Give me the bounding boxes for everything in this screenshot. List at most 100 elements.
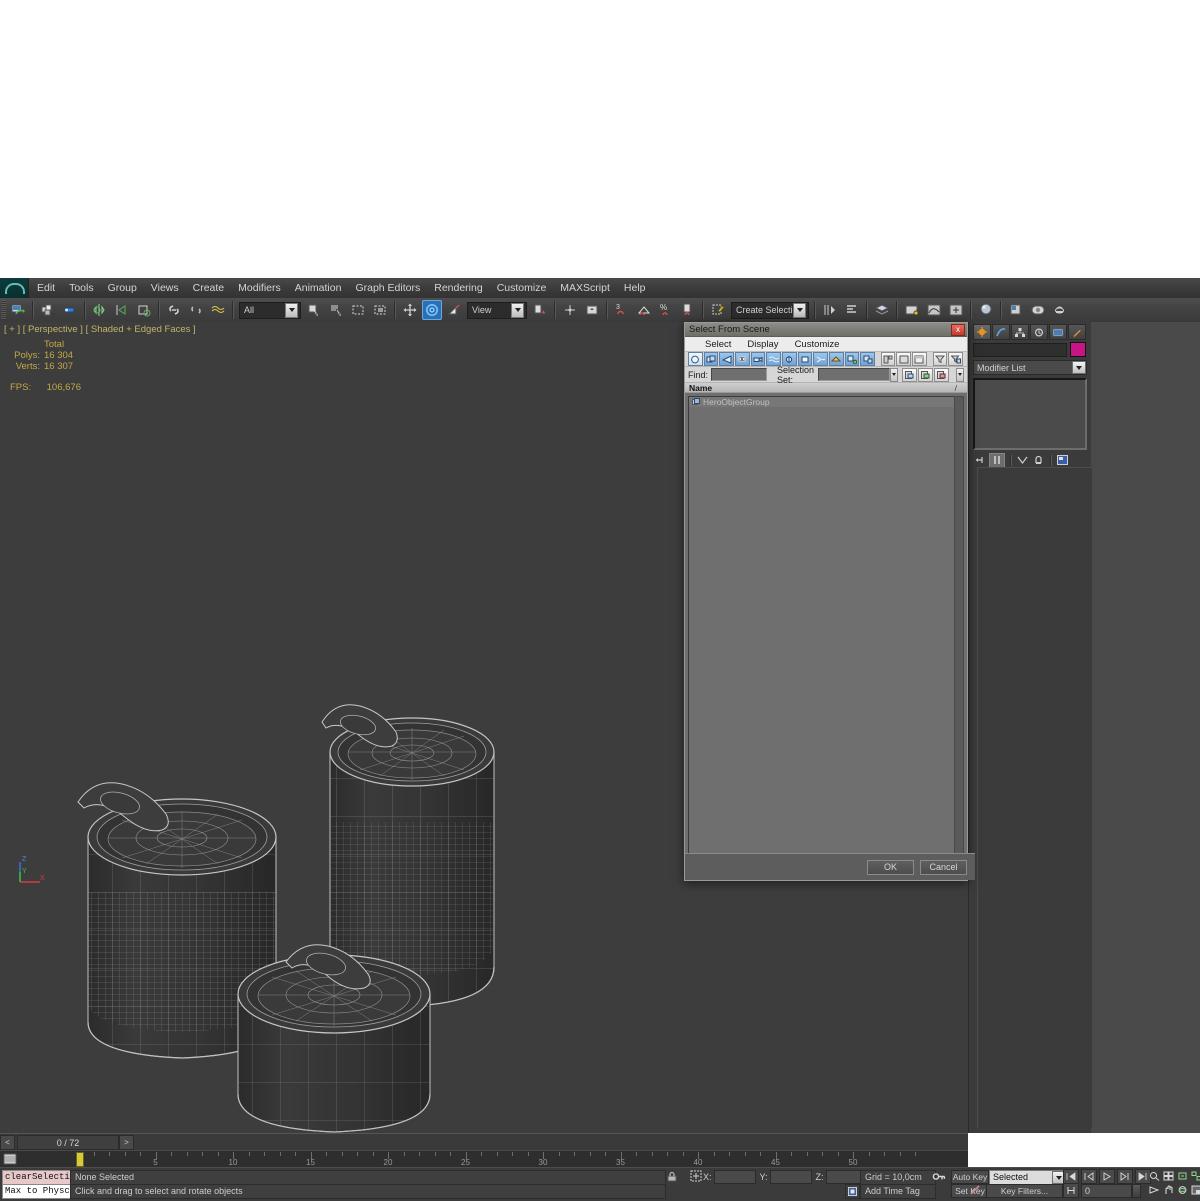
next-frame-button[interactable]: > (119, 1135, 134, 1150)
use-pivot-point-center-icon[interactable] (530, 300, 550, 320)
chevron-down-icon[interactable] (889, 367, 898, 382)
current-frame-field[interactable]: 0 (1081, 1183, 1132, 1198)
close-icon[interactable]: x (951, 323, 965, 336)
ok-button[interactable]: OK (867, 859, 914, 875)
key-mode-frame-icon[interactable] (1063, 1183, 1079, 1198)
viewport-label[interactable]: [ + ] [ Perspective ] [ Shaded + Edged F… (4, 324, 196, 335)
layer-explorer-icon[interactable] (872, 300, 892, 320)
maxscript-mini-listener-line1[interactable]: clearSelectio (2, 1170, 72, 1185)
align-tool-icon[interactable] (842, 300, 862, 320)
select-and-manipulate-icon[interactable] (582, 300, 602, 320)
selection-filter-combo[interactable]: All (239, 301, 301, 319)
menu-item-graph-editors[interactable]: Graph Editors (348, 278, 427, 298)
mirror-tool-icon[interactable] (820, 300, 840, 320)
set-key-toggle-icon[interactable] (968, 1184, 982, 1196)
named-selection-set-combo[interactable]: Create Selection Se (731, 301, 809, 319)
chevron-down-icon[interactable] (285, 302, 298, 318)
scene-object-list[interactable]: HeroObjectGroup (688, 396, 958, 864)
material-editor-icon[interactable] (976, 300, 996, 320)
dialog-options-chevron-icon[interactable] (955, 367, 964, 382)
menu-item-modifiers[interactable]: Modifiers (231, 278, 288, 298)
coord-field-y[interactable]: Y: (760, 1170, 812, 1184)
menu-item-create[interactable]: Create (186, 278, 232, 298)
bind-space-warp-icon[interactable] (208, 300, 228, 320)
app-logo-icon[interactable] (0, 278, 29, 298)
prev-frame-button[interactable]: < (0, 1135, 15, 1150)
select-object-icon[interactable] (38, 300, 58, 320)
play-animation-icon[interactable] (1099, 1169, 1115, 1184)
select-by-name-icon[interactable] (60, 300, 80, 320)
dialog-menu-select[interactable]: Select (697, 339, 739, 350)
dialog-menu-customize[interactable]: Customize (787, 339, 848, 350)
chevron-down-icon[interactable] (511, 302, 524, 318)
filter-selected-icon[interactable] (948, 352, 963, 366)
display-all-icon[interactable] (688, 352, 703, 366)
link-icon[interactable] (164, 300, 184, 320)
display-lights-icon[interactable] (734, 352, 750, 366)
time-tag-icon[interactable] (845, 1184, 860, 1199)
collapse-all-icon[interactable] (896, 352, 912, 366)
menu-item-customize[interactable]: Customize (490, 278, 554, 298)
selection-set-input[interactable] (818, 368, 890, 381)
modifier-stack-list[interactable] (973, 378, 1087, 450)
angle-snap-icon[interactable] (634, 300, 654, 320)
display-children-icon[interactable] (844, 352, 860, 366)
unlink-icon[interactable] (186, 300, 206, 320)
display-geometry-icon[interactable] (703, 352, 719, 366)
expand-selected-icon[interactable] (912, 352, 927, 366)
utilities-tab[interactable] (1068, 324, 1086, 340)
object-name-field[interactable] (973, 342, 1067, 357)
field-of-view-icon[interactable] (1148, 1183, 1161, 1196)
display-shapes-icon[interactable] (719, 352, 734, 366)
key-filters-button[interactable]: Key Filters... (986, 1184, 1063, 1198)
select-and-move-icon[interactable] (400, 300, 420, 320)
menu-item-group[interactable]: Group (101, 278, 144, 298)
modifier-list-combo[interactable]: Modifier List (973, 360, 1087, 375)
add-to-selection-set-icon[interactable] (917, 367, 933, 382)
dialog-menu-display[interactable]: Display (739, 339, 786, 350)
object-color-swatch[interactable] (1070, 342, 1086, 357)
curve-editor-icon[interactable] (924, 300, 944, 320)
menu-item-maxscript[interactable]: MAXScript (553, 278, 617, 298)
rectangular-selection-region-icon[interactable] (348, 300, 368, 320)
pan-view-icon[interactable] (1162, 1183, 1175, 1196)
select-from-scene-dialog[interactable]: Select From Scene x Select Display Customi… (684, 322, 975, 881)
coord-input[interactable] (713, 1170, 756, 1184)
find-input[interactable] (711, 368, 767, 381)
schematic-view-icon[interactable] (946, 300, 966, 320)
menu-item-animation[interactable]: Animation (288, 278, 349, 298)
menu-item-rendering[interactable]: Rendering (427, 278, 489, 298)
toolbar-grip[interactable] (1, 300, 6, 320)
dialog-column-header[interactable]: Name / (685, 383, 967, 393)
zoom-extents-icon[interactable] (1176, 1169, 1189, 1182)
use-selection-center-icon[interactable] (560, 300, 580, 320)
filter-icon[interactable] (932, 352, 948, 366)
display-bones-icon[interactable] (828, 352, 844, 366)
modify-tab[interactable] (992, 324, 1010, 340)
display-xrefs-icon[interactable] (813, 352, 828, 366)
list-item[interactable]: HeroObjectGroup (689, 397, 957, 407)
menu-item-views[interactable]: Views (144, 278, 186, 298)
coord-field-x[interactable]: X: (703, 1170, 756, 1184)
expand-all-icon[interactable] (880, 352, 896, 366)
align-icon[interactable] (112, 300, 132, 320)
select-by-name-tool-icon[interactable] (326, 300, 346, 320)
configure-modifier-sets-icon[interactable] (1055, 454, 1069, 467)
layer-manager-icon[interactable] (134, 300, 154, 320)
absolute-relative-transform-icon[interactable] (690, 1170, 702, 1182)
menu-item-tools[interactable]: Tools (62, 278, 101, 298)
auto-key-button[interactable]: Auto Key (951, 1170, 989, 1184)
current-frame-display[interactable]: 0 / 72 (17, 1135, 119, 1150)
pin-stack-icon[interactable] (973, 454, 987, 467)
selection-lock-toggle-icon[interactable] (666, 1171, 678, 1182)
edit-named-selection-sets-icon[interactable] (708, 300, 728, 320)
maximize-viewport-toggle-icon[interactable] (1190, 1183, 1200, 1196)
percent-snap-icon[interactable]: % (656, 300, 676, 320)
remove-from-selection-set-icon[interactable] (933, 367, 949, 382)
list-vertical-scrollbar[interactable] (954, 396, 964, 864)
spinner-snap-icon[interactable] (678, 300, 698, 320)
hierarchy-tab[interactable] (1011, 324, 1029, 340)
menu-item-edit[interactable]: Edit (30, 278, 62, 298)
mirror-icon[interactable] (90, 300, 110, 320)
add-time-tag-button[interactable]: Add Time Tag (860, 1184, 936, 1199)
